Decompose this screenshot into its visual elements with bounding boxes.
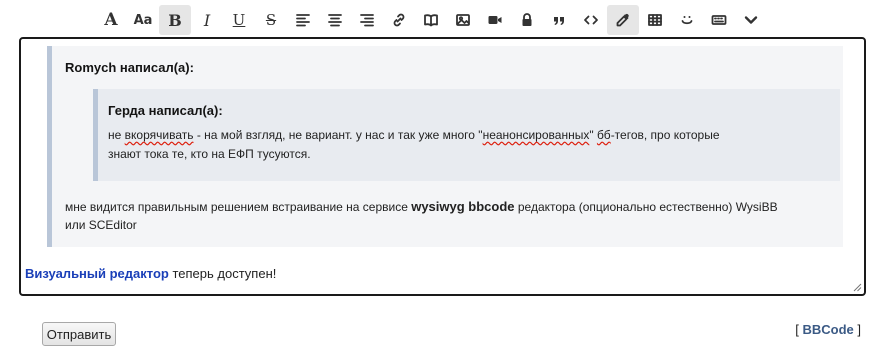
code-button[interactable] xyxy=(575,5,607,35)
chevron-down-icon xyxy=(744,16,758,24)
submit-button[interactable]: Отправить xyxy=(42,322,116,346)
align-right-icon xyxy=(360,14,374,27)
align-right-button[interactable] xyxy=(351,5,383,35)
smilies-button[interactable] xyxy=(671,5,703,35)
lock-icon xyxy=(522,13,532,26)
image-icon xyxy=(456,14,470,26)
outer-quote-text-line1: мне видится правильным решением встраива… xyxy=(65,199,778,214)
color-picker-button[interactable] xyxy=(607,5,639,35)
smiley-icon xyxy=(681,16,693,25)
hide-button[interactable] xyxy=(511,5,543,35)
outer-quote-text-line2: или SCEditor xyxy=(65,218,137,232)
message-editor[interactable]: Romych написал(а): Герда написал(а): не … xyxy=(19,37,866,296)
bold-button[interactable]: B xyxy=(159,5,191,35)
spoiler-button[interactable] xyxy=(415,5,447,35)
font-button[interactable]: A xyxy=(95,5,127,35)
quote-button[interactable] xyxy=(543,5,575,35)
link-icon xyxy=(393,13,405,27)
link-button[interactable] xyxy=(383,5,415,35)
editor-current-line: Визуальный редактор теперь доступен! xyxy=(25,266,277,281)
visual-editor-link[interactable]: Визуальный редактор xyxy=(25,266,169,281)
align-center-button[interactable] xyxy=(319,5,351,35)
keyboard-icon xyxy=(711,15,727,25)
table-button[interactable] xyxy=(639,5,671,35)
video-camera-icon xyxy=(488,16,502,24)
bbcode-toggle: [ BBCode ] xyxy=(795,322,861,337)
align-center-icon xyxy=(328,14,342,27)
source-mode-button[interactable] xyxy=(703,5,735,35)
image-button[interactable] xyxy=(447,5,479,35)
inner-quote-text-line2: знают тока те, кто на ЕФП тусуются. xyxy=(108,147,311,161)
resize-grip-icon[interactable] xyxy=(853,283,862,292)
underline-button[interactable]: U xyxy=(223,5,255,35)
book-icon xyxy=(424,14,438,27)
code-icon xyxy=(584,15,598,25)
outer-quote-author: Romych написал(а): xyxy=(65,60,194,75)
align-left-button[interactable] xyxy=(287,5,319,35)
video-button[interactable] xyxy=(479,5,511,35)
editor-toolbar: A Aa B I U S xyxy=(95,4,767,36)
table-icon xyxy=(648,14,662,26)
quote-icon xyxy=(554,17,564,25)
inner-quote-block: Герда написал(а): не вкорячивать - на мо… xyxy=(93,89,840,181)
eyedropper-icon xyxy=(616,13,629,27)
bbcode-link[interactable]: BBCode xyxy=(802,322,853,337)
inner-quote-author: Герда написал(а): xyxy=(108,103,223,118)
more-button[interactable] xyxy=(735,5,767,35)
italic-button[interactable]: I xyxy=(191,5,223,35)
outer-quote-block: Romych написал(а): Герда написал(а): не … xyxy=(47,46,843,247)
align-left-icon xyxy=(296,14,310,27)
inner-quote-text-line1: не вкорячивать - на мой взгляд, не вариа… xyxy=(108,128,720,142)
font-size-button[interactable]: Aa xyxy=(127,5,159,35)
strikethrough-button[interactable]: S xyxy=(255,5,287,35)
